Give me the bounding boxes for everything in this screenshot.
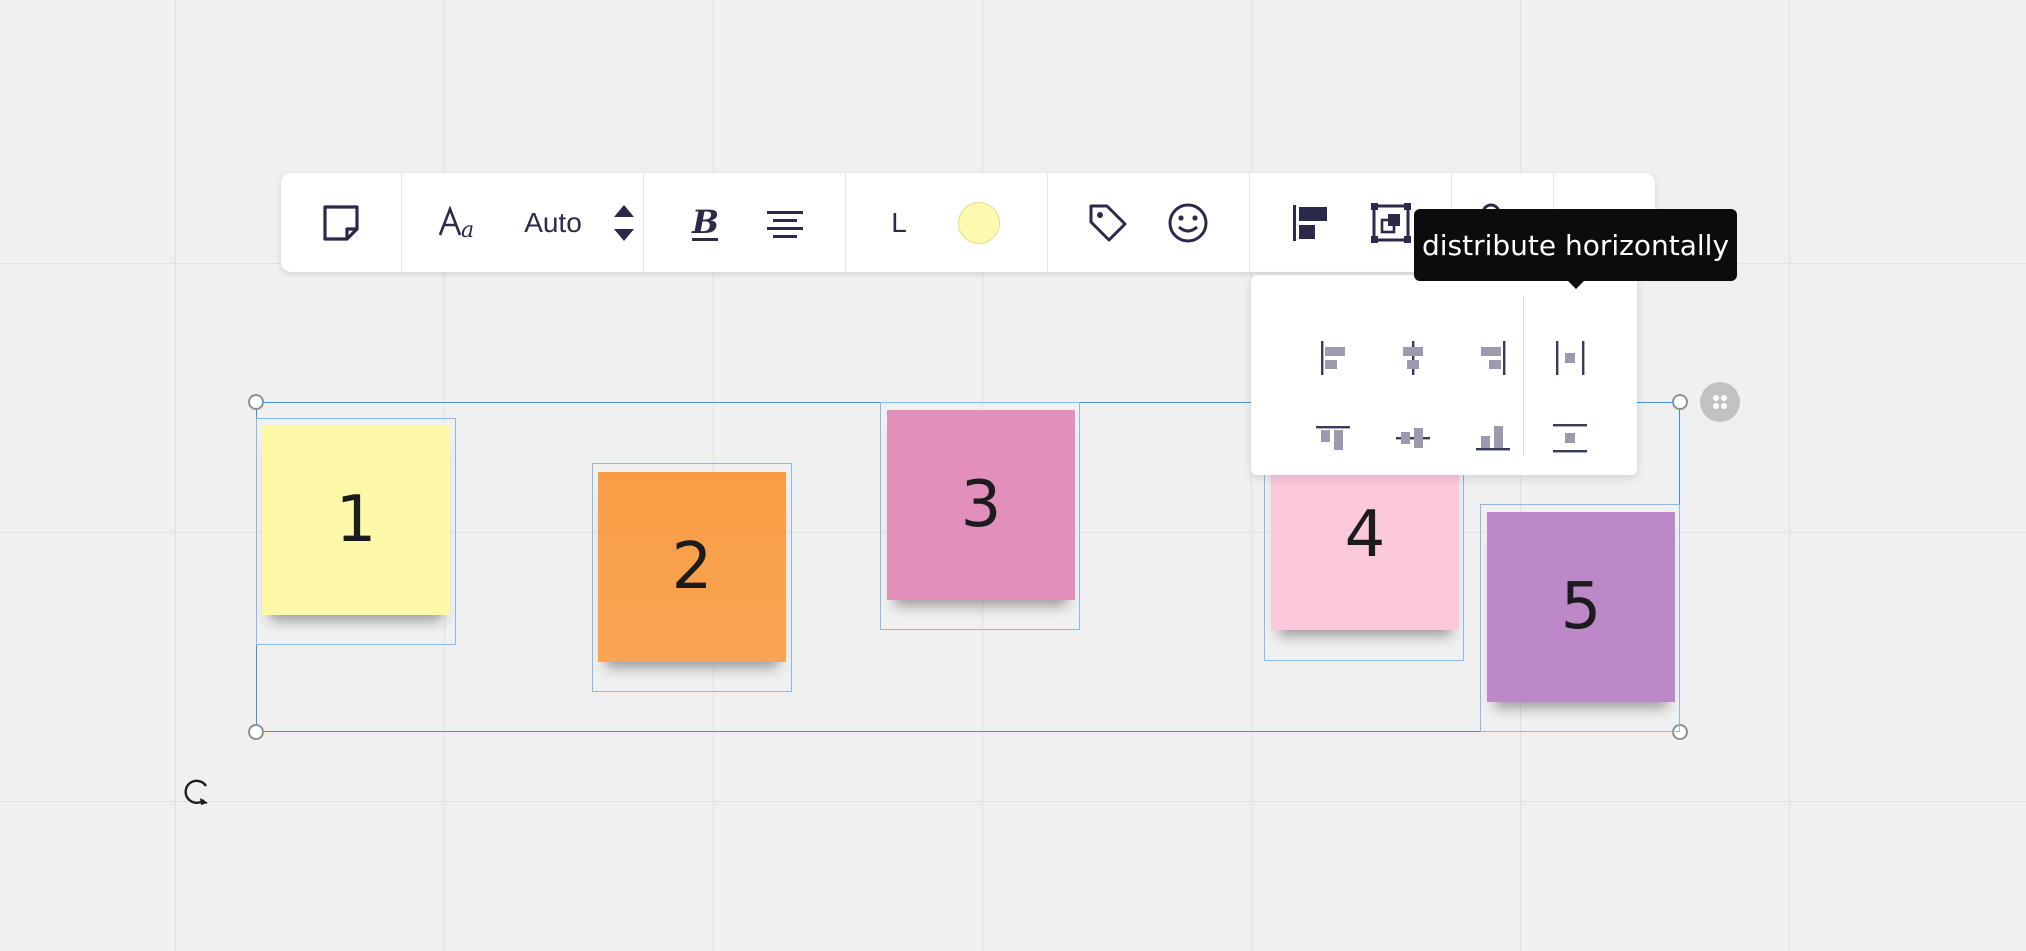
font-icon[interactable]: a — [431, 173, 491, 272]
group-icon[interactable] — [1361, 173, 1421, 272]
sticky-note-icon[interactable] — [301, 173, 381, 272]
sticky-note-3[interactable]: 3 — [887, 410, 1075, 600]
stepper-icon[interactable] — [599, 173, 649, 272]
emoji-icon[interactable] — [1158, 173, 1218, 272]
align-center-icon[interactable] — [1390, 335, 1436, 381]
note-size-label: L — [891, 206, 907, 238]
align-top-icon[interactable] — [1310, 415, 1356, 461]
whiteboard-canvas[interactable]: 1 2 3 4 5 a Auto B L distribute horizont… — [0, 0, 2026, 951]
sticky-note-label: 3 — [960, 468, 1002, 542]
group-handle-icon[interactable] — [1700, 382, 1740, 422]
align-right-icon[interactable] — [1470, 335, 1516, 381]
svg-text:a: a — [461, 218, 474, 243]
font-size-label: Auto — [524, 206, 582, 238]
rotate-icon[interactable] — [180, 774, 214, 808]
align-icon[interactable] — [1281, 173, 1341, 272]
sticky-note-2[interactable]: 2 — [598, 472, 786, 662]
text-align-center-icon[interactable] — [755, 173, 815, 272]
tooltip-text: distribute horizontally — [1421, 228, 1730, 262]
note-size-selector[interactable]: L — [869, 173, 929, 272]
align-menu — [1251, 275, 1637, 475]
tooltip: distribute horizontally — [1414, 209, 1737, 281]
distribute-horizontally-icon[interactable] — [1547, 335, 1593, 381]
distribute-vertically-icon[interactable] — [1547, 415, 1593, 461]
sticky-note-label: 2 — [671, 530, 713, 604]
sticky-note-label: 5 — [1560, 570, 1602, 644]
sticky-note-1[interactable]: 1 — [262, 425, 450, 615]
resize-handle-top-right[interactable] — [1672, 394, 1688, 410]
align-left-icon[interactable] — [1310, 335, 1356, 381]
svg-text:B: B — [691, 203, 719, 241]
align-bottom-icon[interactable] — [1470, 415, 1516, 461]
sticky-note-label: 4 — [1344, 498, 1386, 572]
align-middle-icon[interactable] — [1390, 415, 1436, 461]
sticky-note-5[interactable]: 5 — [1487, 512, 1675, 702]
resize-handle-bottom-left[interactable] — [248, 724, 264, 740]
tooltip-arrow — [1566, 279, 1586, 289]
tag-icon[interactable] — [1078, 173, 1138, 272]
sticky-note-label: 1 — [335, 483, 377, 557]
resize-handle-top-left[interactable] — [248, 394, 264, 410]
color-picker[interactable] — [949, 173, 1009, 272]
color-swatch — [958, 201, 1000, 244]
font-size-value[interactable]: Auto — [501, 173, 605, 272]
bold-icon[interactable]: B — [675, 173, 735, 272]
